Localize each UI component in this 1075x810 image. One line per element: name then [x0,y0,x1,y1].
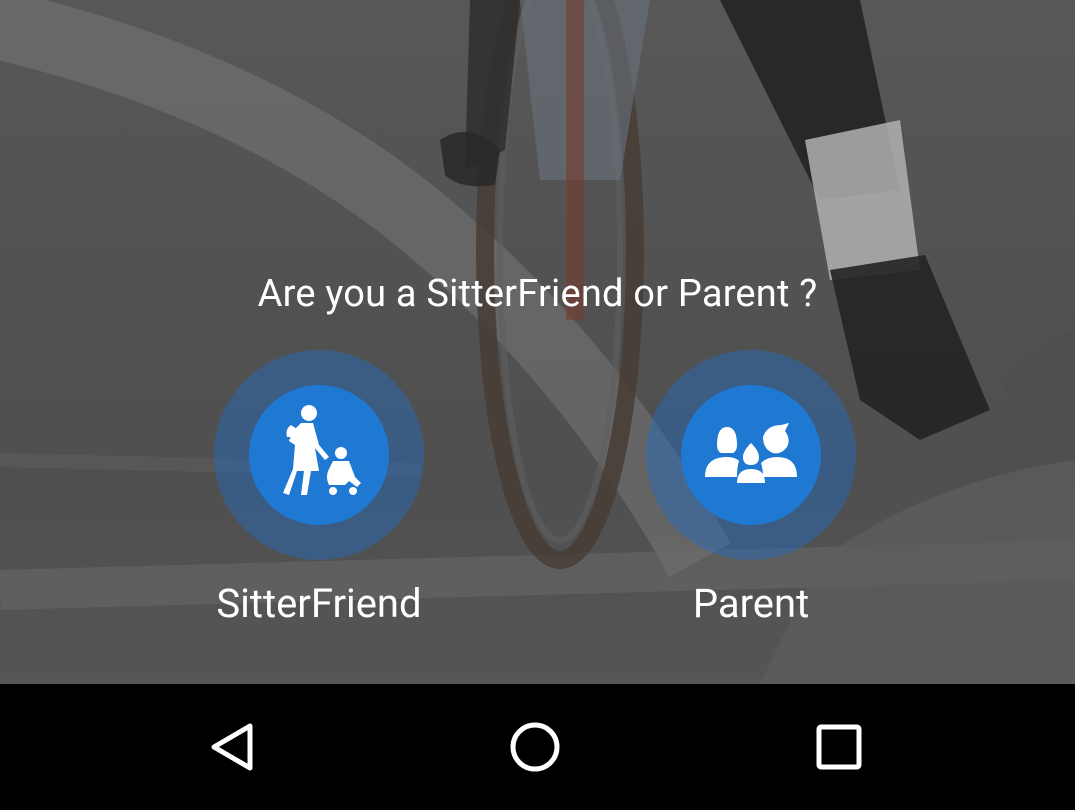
sitterfriend-icon-disc[interactable] [249,385,389,525]
sitterfriend-label: SitterFriend [216,580,422,627]
back-triangle-icon [211,723,253,771]
back-button[interactable] [198,712,268,782]
android-navigation-bar [0,684,1075,810]
sitterfriend-choice-button[interactable]: SitterFriend [209,350,429,640]
role-question-title: Are you a SitterFriend or Parent ? [257,272,818,316]
home-circle-icon [510,722,560,772]
recents-square-icon [816,724,862,770]
parent-label: Parent [692,580,810,627]
recents-button[interactable] [804,712,874,782]
screen: Are you a SitterFriend or Parent ? Sitte… [0,0,1075,810]
nanny-with-stroller-icon [283,405,361,495]
family-icon [705,423,797,483]
background-photo-cyclist [0,0,1075,684]
parent-choice-button[interactable]: Parent [641,350,861,640]
home-button[interactable] [500,712,570,782]
parent-icon-disc[interactable] [681,385,821,525]
